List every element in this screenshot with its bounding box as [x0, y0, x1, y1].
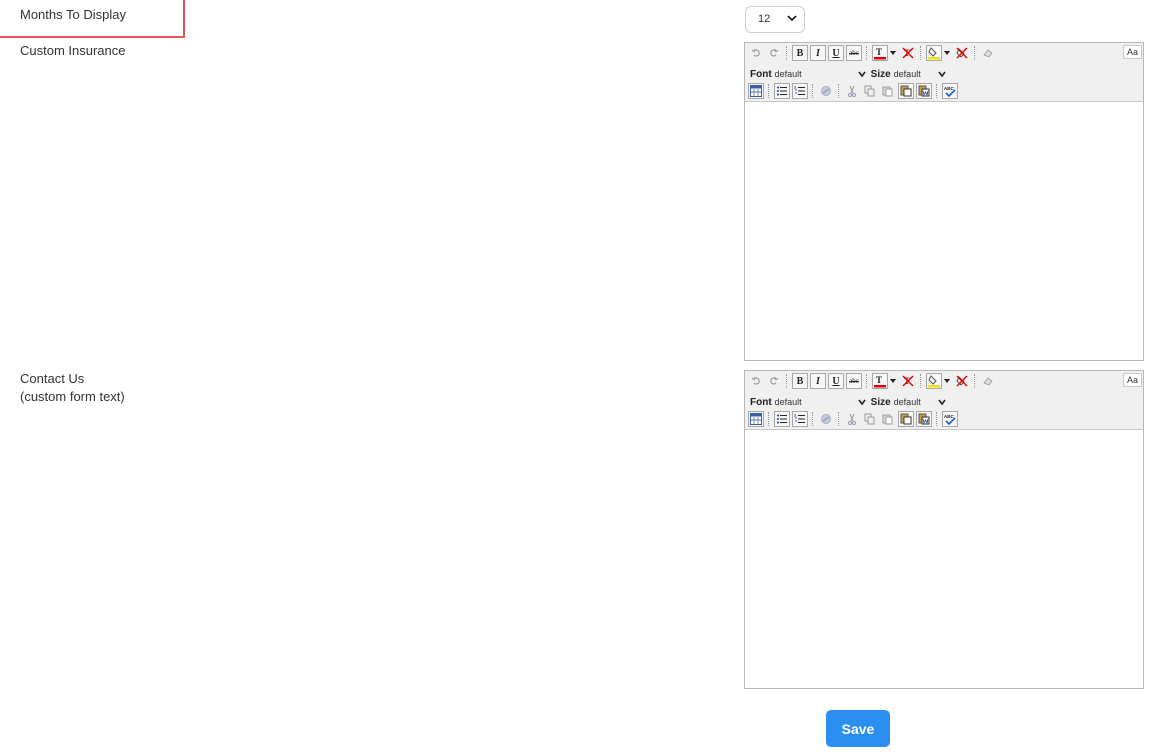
- contact-us-editor: B I U abc T T Aa Font default Size defau…: [744, 370, 1144, 689]
- numbered-list-icon[interactable]: [792, 83, 808, 99]
- bg-color-dropdown-icon[interactable]: [944, 373, 950, 389]
- toolbar-separator: [866, 374, 868, 388]
- spellcheck-icon[interactable]: ABC: [942, 411, 958, 427]
- case-toggle-button[interactable]: Aa: [1123, 45, 1142, 59]
- paste-word-icon[interactable]: [916, 83, 932, 99]
- toolbar-separator: [786, 374, 788, 388]
- font-label: Font: [750, 396, 772, 408]
- custom-insurance-editor: B I U abc T T Aa Font default Size defau…: [744, 42, 1144, 361]
- paste-text-icon[interactable]: [898, 83, 914, 99]
- chevron-down-icon: [938, 71, 946, 77]
- table-icon[interactable]: [748, 411, 764, 427]
- toolbar-separator: [936, 84, 938, 98]
- size-select[interactable]: default: [893, 394, 949, 410]
- editor-toolbar: B I U abc T T Aa Font default Size defau…: [745, 371, 1143, 430]
- editor-toolbar: B I U abc T T Aa Font default Size defau…: [745, 43, 1143, 102]
- months-to-display-label: Months To Display: [20, 7, 126, 22]
- contact-us-label: Contact Us: [20, 371, 85, 386]
- font-select-value: default: [774, 397, 802, 407]
- contact-us-edit-area[interactable]: [745, 430, 1143, 688]
- copy-icon[interactable]: [862, 411, 878, 427]
- remove-text-color-icon[interactable]: T: [900, 45, 916, 61]
- undo-icon[interactable]: [748, 373, 764, 389]
- underline-button[interactable]: U: [828, 373, 844, 389]
- chevron-down-icon: [787, 15, 797, 22]
- strikethrough-button[interactable]: abc: [846, 45, 862, 61]
- numbered-list-icon[interactable]: [792, 411, 808, 427]
- svg-text:T: T: [876, 47, 882, 57]
- chevron-down-icon: [938, 399, 946, 405]
- paste-text-icon[interactable]: [898, 411, 914, 427]
- text-color-icon[interactable]: T: [872, 45, 888, 61]
- custom-insurance-edit-area[interactable]: [745, 102, 1143, 360]
- size-select[interactable]: default: [893, 66, 949, 82]
- redo-icon[interactable]: [766, 45, 782, 61]
- months-select[interactable]: 12: [745, 6, 805, 33]
- link-icon[interactable]: [818, 411, 834, 427]
- bg-color-dropdown-icon[interactable]: [944, 45, 950, 61]
- case-toggle-button[interactable]: Aa: [1123, 373, 1142, 387]
- custom-insurance-label: Custom Insurance: [20, 43, 126, 58]
- cut-icon[interactable]: [844, 83, 860, 99]
- size-label: Size: [870, 68, 891, 80]
- bold-button[interactable]: B: [792, 373, 808, 389]
- italic-button[interactable]: I: [810, 373, 826, 389]
- toolbar-separator: [936, 412, 938, 426]
- svg-text:T: T: [876, 375, 882, 385]
- underline-button[interactable]: U: [828, 45, 844, 61]
- copy-icon[interactable]: [862, 83, 878, 99]
- toolbar-separator: [812, 412, 814, 426]
- toolbar-separator: [812, 84, 814, 98]
- contact-us-sublabel: (custom form text): [20, 389, 125, 404]
- toolbar-separator: [974, 374, 976, 388]
- text-color-dropdown-icon[interactable]: [890, 45, 896, 61]
- spellcheck-icon[interactable]: ABC: [942, 83, 958, 99]
- size-select-value: default: [893, 69, 921, 79]
- toolbar-separator: [866, 46, 868, 60]
- size-label: Size: [870, 396, 891, 408]
- eraser-icon[interactable]: [980, 45, 996, 61]
- toolbar-separator: [838, 412, 840, 426]
- font-select[interactable]: default: [774, 394, 869, 410]
- months-select-value: 12: [758, 13, 771, 25]
- font-select-value: default: [774, 69, 802, 79]
- undo-icon[interactable]: [748, 45, 764, 61]
- eraser-icon[interactable]: [980, 373, 996, 389]
- cut-icon[interactable]: [844, 411, 860, 427]
- italic-button[interactable]: I: [810, 45, 826, 61]
- toolbar-separator: [838, 84, 840, 98]
- font-select[interactable]: default: [774, 66, 869, 82]
- strikethrough-button[interactable]: abc: [846, 373, 862, 389]
- size-select-value: default: [893, 397, 921, 407]
- remove-bg-color-icon[interactable]: [954, 45, 970, 61]
- text-color-icon[interactable]: T: [872, 373, 888, 389]
- toolbar-separator: [974, 46, 976, 60]
- font-label: Font: [750, 68, 772, 80]
- remove-bg-color-icon[interactable]: [954, 373, 970, 389]
- bg-color-icon[interactable]: [926, 45, 942, 61]
- svg-text:ABC: ABC: [944, 414, 954, 419]
- paste-word-icon[interactable]: [916, 411, 932, 427]
- remove-text-color-icon[interactable]: T: [900, 373, 916, 389]
- text-color-dropdown-icon[interactable]: [890, 373, 896, 389]
- redo-icon[interactable]: [766, 373, 782, 389]
- toolbar-separator: [768, 412, 770, 426]
- bold-button[interactable]: B: [792, 45, 808, 61]
- table-icon[interactable]: [748, 83, 764, 99]
- bullet-list-icon[interactable]: [774, 83, 790, 99]
- svg-text:ABC: ABC: [944, 86, 954, 91]
- toolbar-separator: [786, 46, 788, 60]
- link-icon[interactable]: [818, 83, 834, 99]
- bullet-list-icon[interactable]: [774, 411, 790, 427]
- paste-icon[interactable]: [880, 83, 896, 99]
- paste-icon[interactable]: [880, 411, 896, 427]
- chevron-down-icon: [858, 399, 866, 405]
- chevron-down-icon: [858, 71, 866, 77]
- toolbar-separator: [768, 84, 770, 98]
- toolbar-separator: [920, 46, 922, 60]
- bg-color-icon[interactable]: [926, 373, 942, 389]
- toolbar-separator: [920, 374, 922, 388]
- save-button[interactable]: Save: [826, 710, 890, 747]
